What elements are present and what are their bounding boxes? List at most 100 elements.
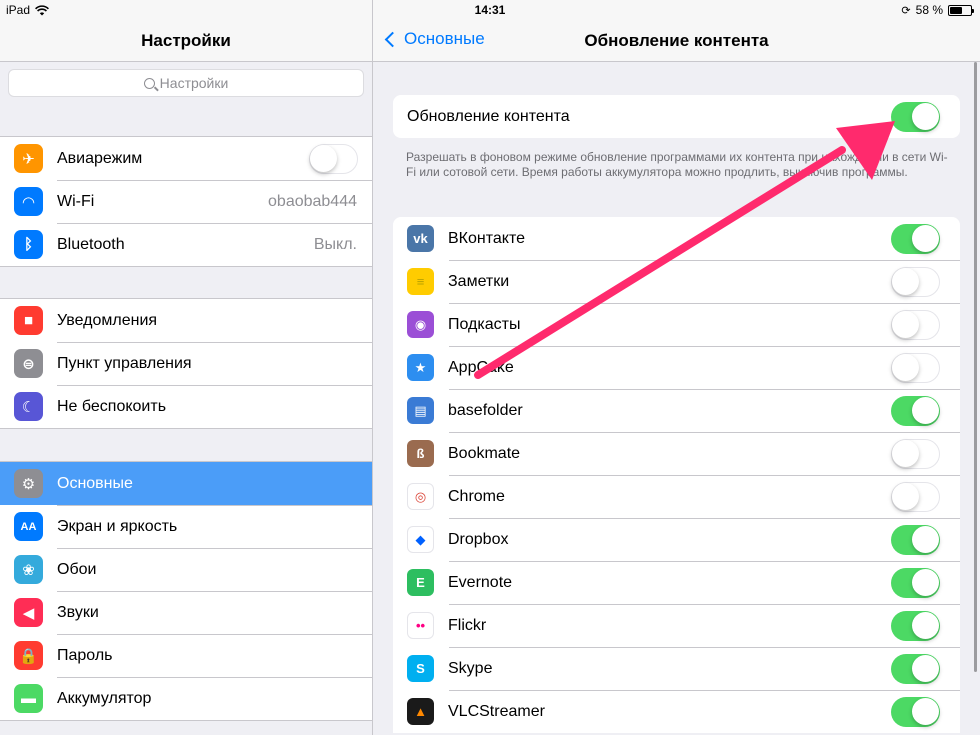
app-name: basefolder — [448, 401, 523, 419]
wallpaper-icon: ❀ — [14, 555, 43, 584]
vk-icon: vk — [407, 225, 434, 252]
rotation-lock-icon: ⟳ — [901, 4, 911, 17]
master-toggle-label: Обновление контента — [407, 107, 570, 125]
search-input[interactable]: Настройки — [8, 69, 364, 97]
sidebar-item-sound[interactable]: ◀ Звуки — [0, 591, 372, 634]
app-refresh-toggle[interactable] — [891, 266, 940, 297]
sidebar-item-label: Wi-Fi — [57, 192, 95, 210]
sidebar-item-gear[interactable]: ⚙ Основные — [0, 462, 372, 505]
app-name: VLCStreamer — [448, 702, 545, 720]
sidebar-group-general: ⚙ Основные AA Экран и яркость ❀ Обои ◀ Звуки 🔒 Па… — [0, 461, 372, 721]
app-refresh-toggle[interactable] — [891, 481, 940, 512]
sidebar-title: Настройки — [141, 31, 231, 50]
sidebar-item-notifications[interactable]: ■ Уведомления — [0, 299, 372, 342]
app-row-skype: S Skype — [393, 647, 960, 690]
app-name: Flickr — [448, 616, 487, 634]
master-toggle-row: Обновление контента — [393, 95, 960, 138]
notes-icon: ≡ — [407, 268, 434, 295]
app-row-chrome: ◎ Chrome — [393, 475, 960, 518]
app-row-notes: ≡ Заметки — [393, 260, 960, 303]
sidebar-group-notifications: ■ Уведомления ⊜ Пункт управления ☾ Не беспоко… — [0, 298, 372, 429]
battery-icon — [948, 4, 974, 16]
appcake-icon: ★ — [407, 354, 434, 381]
pane-divider — [372, 0, 373, 735]
app-row-vk: vk ВКонтакте — [393, 217, 960, 260]
app-name: AppCake — [448, 358, 514, 376]
sidebar-item-label: Пароль — [57, 646, 113, 664]
lock-icon: 🔒 — [14, 641, 43, 670]
status-bar: iPad 14:31 ⟳ 58 % — [0, 0, 980, 20]
app-row-bookmate: ß Bookmate — [393, 432, 960, 475]
battery-level — [950, 6, 962, 14]
notifications-icon: ■ — [14, 306, 43, 335]
sidebar-item-control-center[interactable]: ⊜ Пункт управления — [0, 342, 372, 385]
app-name: Заметки — [448, 272, 510, 290]
basefolder-icon: ▤ — [407, 397, 434, 424]
search-icon — [143, 77, 155, 89]
clock: 14:31 — [474, 3, 506, 17]
app-refresh-toggle[interactable] — [891, 309, 940, 340]
app-row-dropbox: ◆ Dropbox — [393, 518, 960, 561]
evernote-icon: E — [407, 569, 434, 596]
app-refresh-toggle[interactable] — [891, 352, 940, 383]
bluetooth-icon: ᛒ — [14, 230, 43, 259]
sidebar-item-label: Не беспокоить — [57, 397, 167, 415]
sidebar-item-bluetooth[interactable]: ᛒ Bluetooth Выкл. — [0, 223, 372, 266]
app-refresh-toggle[interactable] — [891, 438, 940, 469]
app-row-podcasts: ◉ Подкасты — [393, 303, 960, 346]
app-name: Dropbox — [448, 530, 509, 548]
app-name: Chrome — [448, 487, 505, 505]
sidebar-item-label: Экран и яркость — [57, 517, 178, 535]
flickr-icon: •• — [407, 612, 434, 639]
sidebar-item-label: Аккумулятор — [57, 689, 152, 707]
background-refresh-toggle[interactable] — [891, 101, 940, 132]
detail-title: Обновление контента — [584, 31, 769, 50]
app-row-basefolder: ▤ basefolder — [393, 389, 960, 432]
app-name: Подкасты — [448, 315, 521, 333]
skype-icon: S — [407, 655, 434, 682]
app-row-flickr: •• Flickr — [393, 604, 960, 647]
sidebar-item-moon[interactable]: ☾ Не беспокоить — [0, 385, 372, 428]
app-list: vk ВКонтакте ≡ Заметки ◉ Подкасты ★ AppCake ▤ bas… — [393, 217, 960, 733]
scrollbar[interactable] — [974, 62, 977, 672]
moon-icon: ☾ — [14, 392, 43, 421]
airplane-toggle[interactable] — [309, 143, 358, 174]
battery-icon: ▬ — [14, 684, 43, 713]
app-name: Bookmate — [448, 444, 521, 462]
sidebar-item-display[interactable]: AA Экран и яркость — [0, 505, 372, 548]
sidebar-item-label: Звуки — [57, 603, 99, 621]
sidebar-item-label: Обои — [57, 560, 97, 578]
sidebar-item-airplane[interactable]: ✈ Авиарежим — [0, 137, 372, 180]
sidebar-item-label: Bluetooth — [57, 235, 125, 253]
podcasts-icon: ◉ — [407, 311, 434, 338]
sidebar-item-lock[interactable]: 🔒 Пароль — [0, 634, 372, 677]
chrome-icon: ◎ — [407, 483, 434, 510]
app-row-appcake: ★ AppCake — [393, 346, 960, 389]
sidebar-item-battery[interactable]: ▬ Аккумулятор — [0, 677, 372, 720]
sidebar-group-connectivity: ✈ Авиарежим ◠ Wi-Fi obaobab444 ᛒ Bluetooth Выкл… — [0, 136, 372, 267]
dropbox-icon: ◆ — [407, 526, 434, 553]
app-row-vlc: ▲ VLCStreamer — [393, 690, 960, 733]
app-refresh-toggle[interactable] — [891, 223, 940, 254]
gear-icon: ⚙ — [14, 469, 43, 498]
sidebar-item-value: Выкл. — [313, 235, 357, 253]
sidebar-item-label: Уведомления — [57, 311, 158, 329]
vlc-icon: ▲ — [407, 698, 434, 725]
app-row-evernote: E Evernote — [393, 561, 960, 604]
app-refresh-toggle[interactable] — [891, 524, 940, 555]
display-icon: AA — [14, 512, 43, 541]
sidebar-item-label: Основные — [57, 474, 133, 492]
app-refresh-toggle[interactable] — [891, 610, 940, 641]
sidebar-item-wifi[interactable]: ◠ Wi-Fi obaobab444 — [0, 180, 372, 223]
settings-sidebar: Настройки Настройки ✈ Авиарежим ◠ Wi-Fi obao… — [0, 0, 372, 735]
sidebar-item-value: obaobab444 — [268, 192, 357, 210]
app-refresh-toggle[interactable] — [891, 395, 940, 426]
control-center-icon: ⊜ — [14, 349, 43, 378]
background-refresh-pane: Основные Обновление контента Обновление … — [373, 0, 980, 735]
app-refresh-toggle[interactable] — [891, 653, 940, 684]
airplane-icon: ✈ — [14, 144, 43, 173]
app-refresh-toggle[interactable] — [891, 696, 940, 727]
app-refresh-toggle[interactable] — [891, 567, 940, 598]
wifi-icon: ◠ — [14, 187, 43, 216]
sidebar-item-wallpaper[interactable]: ❀ Обои — [0, 548, 372, 591]
